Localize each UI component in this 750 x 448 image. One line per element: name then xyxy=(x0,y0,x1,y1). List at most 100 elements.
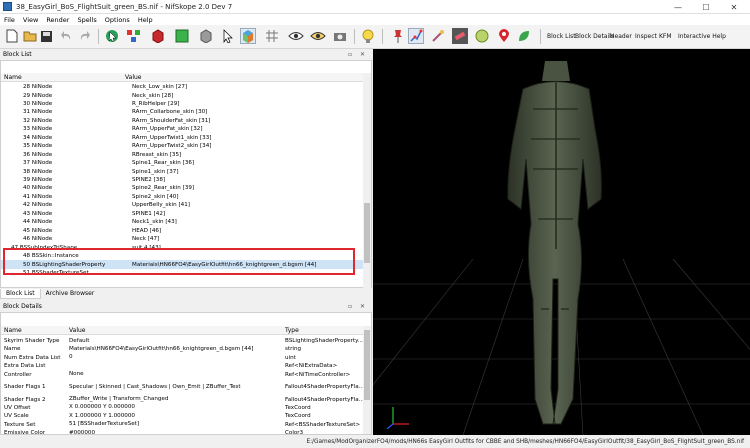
panel-float-close-icon[interactable]: ▫ ✕ xyxy=(348,51,368,58)
row-name: 30 NiNode xyxy=(23,100,53,107)
leaf-icon[interactable] xyxy=(516,28,532,44)
block-list-row[interactable]: 34 NiNode RArm_UpperTwist1_skin [33] xyxy=(1,134,363,142)
details-row[interactable]: Emissive Color #000000 Color3 xyxy=(1,429,363,435)
tab-block-list[interactable]: Block List xyxy=(0,289,41,299)
details-scrollbar-thumb[interactable] xyxy=(364,330,370,400)
new-file-icon[interactable] xyxy=(4,28,20,44)
details-row[interactable]: UV Scale X 1.000000 Y 1.000000 TexCoord xyxy=(1,412,363,420)
detail-value[interactable]: ZBuffer_Write | Transform_Changed xyxy=(69,396,279,403)
color-cube-icon[interactable] xyxy=(240,28,256,44)
menu-help[interactable]: Help xyxy=(134,16,157,24)
kfm-button[interactable]: KFM xyxy=(659,33,672,40)
detail-value[interactable]: 51 [BSShaderTextureSet] xyxy=(69,421,279,428)
save-icon[interactable] xyxy=(38,28,54,44)
tint-icon[interactable] xyxy=(474,28,490,44)
block-list-row[interactable]: 28 NiNode Neck_Low_skin [27] xyxy=(1,83,363,91)
block-list-row[interactable]: 30 NiNode R_RibHelper [29] xyxy=(1,100,363,108)
block-list-row[interactable]: 29 NiNode Neck_skin [28] xyxy=(1,91,363,99)
details-column-name[interactable]: Name xyxy=(4,327,22,334)
pin-icon[interactable] xyxy=(390,28,406,44)
select-mode-icon[interactable] xyxy=(104,28,120,44)
details-column-value[interactable]: Value xyxy=(69,327,85,334)
row-value: RBreast_skin [35] xyxy=(132,151,182,158)
details-row[interactable]: Texture Set 51 [BSShaderTextureSet] Ref<BS… xyxy=(1,421,363,429)
highlight-box xyxy=(3,248,355,275)
detail-value[interactable]: X 0.000000 Y 0.000000 xyxy=(69,404,279,411)
gray-cube-icon[interactable] xyxy=(198,28,214,44)
details-row[interactable]: Extra Data List Ref<NiExtraData> xyxy=(1,362,363,370)
open-folder-icon[interactable] xyxy=(22,28,38,44)
block-list-row[interactable]: 36 NiNode RBreast_skin [35] xyxy=(1,151,363,159)
details-row[interactable]: Name Materials\HN66FO4\EasyGirlOutfit\hn6… xyxy=(1,345,363,353)
red-cube-icon[interactable] xyxy=(150,28,166,44)
eye-yellow-icon[interactable] xyxy=(310,28,326,44)
grid-icon[interactable] xyxy=(264,28,280,44)
block-list-row[interactable]: 44 NiNode Neck1_skin [43] xyxy=(1,218,363,226)
close-button[interactable]: ✕ xyxy=(720,0,748,14)
details-row[interactable]: Controller None Ref<NiTimeController> xyxy=(1,371,363,379)
details-row[interactable]: Skyrim Shader Type Default BSLightingShade… xyxy=(1,337,363,345)
paint-icon[interactable] xyxy=(452,28,468,44)
block-list-row[interactable]: 46 NiNode Neck [47] xyxy=(1,235,363,243)
detail-value[interactable]: #000000 xyxy=(69,430,279,434)
menu-file[interactable]: File xyxy=(0,16,19,24)
block-list-button[interactable]: Block List xyxy=(547,33,576,40)
details-scrollbar[interactable] xyxy=(363,326,371,434)
block-list-row[interactable]: 35 NiNode RArm_UpperTwist2_skin [34] xyxy=(1,142,363,150)
render-viewport[interactable] xyxy=(373,49,750,435)
details-column-type[interactable]: Type xyxy=(285,327,299,334)
light-bulb-icon[interactable] xyxy=(360,28,376,44)
minimize-button[interactable]: — xyxy=(664,0,692,14)
detail-value[interactable]: X 1.000000 Y 1.000000 xyxy=(69,413,279,420)
menu-options[interactable]: Options xyxy=(101,16,134,24)
column-value[interactable]: Value xyxy=(125,74,141,81)
menu-render[interactable]: Render xyxy=(42,16,73,24)
menu-spells[interactable]: Spells xyxy=(73,16,100,24)
select-arrow-icon[interactable] xyxy=(220,28,236,44)
block-list-row[interactable]: 40 NiNode Spine2_Rear_skin [39] xyxy=(1,184,363,192)
status-bar: E:/Games/ModOrganizerFO4/mods/HN66s Easy… xyxy=(0,436,750,448)
block-list-scrollbar[interactable] xyxy=(363,73,371,288)
details-row[interactable]: Shader Flags 1 Specular | Skinned | Cast_… xyxy=(1,379,364,395)
nodes-icon[interactable] xyxy=(126,28,142,44)
location-pin-icon[interactable] xyxy=(496,28,512,44)
block-list-row[interactable]: 38 NiNode Spine1_skin [37] xyxy=(1,168,363,176)
green-cube-icon[interactable] xyxy=(174,28,190,44)
detail-value[interactable]: Specular | Skinned | Cast_Shadows | Own_… xyxy=(69,384,279,391)
maximize-button[interactable]: ☐ xyxy=(692,0,720,14)
details-float-close-icon[interactable]: ▫ ✕ xyxy=(348,303,368,310)
block-list-row[interactable]: 37 NiNode Spine1_Rear_skin [36] xyxy=(1,159,363,167)
undo-icon[interactable] xyxy=(58,28,74,44)
block-list-row[interactable]: 33 NiNode RArm_UpperFat_skin [32] xyxy=(1,125,363,133)
detail-value[interactable]: 0 xyxy=(69,354,279,361)
details-row[interactable]: Num Extra Data List 0 uint xyxy=(1,354,363,362)
detail-value[interactable]: None xyxy=(69,371,279,378)
skeleton-icon[interactable] xyxy=(408,28,424,44)
block-list-row[interactable]: 31 NiNode RArm_Collarbone_skin [30] xyxy=(1,108,363,116)
block-list-row[interactable]: 39 NiNode SPINE2 [38] xyxy=(1,176,363,184)
interactive-help-button[interactable]: Interactive Help xyxy=(678,33,726,40)
row-value: RArm_UpperTwist1_skin [33] xyxy=(132,134,212,141)
wand-icon[interactable] xyxy=(430,28,446,44)
camera-icon[interactable] xyxy=(332,28,348,44)
details-row[interactable]: Shader Flags 2 ZBuffer_Write | Transform_… xyxy=(1,396,364,404)
row-name: 38 NiNode xyxy=(23,168,53,175)
redo-icon[interactable] xyxy=(76,28,92,44)
block-list-row[interactable]: 41 NiNode Spine2_skin [40] xyxy=(1,193,363,201)
detail-value[interactable]: Default xyxy=(69,338,279,345)
block-list-row[interactable]: 45 NiNode HEAD [46] xyxy=(1,227,363,235)
inspect-button[interactable]: Inspect xyxy=(635,33,657,40)
block-list-row[interactable]: 32 NiNode RArm_ShoulderFat_skin [31] xyxy=(1,117,363,125)
block-list-row[interactable]: 42 NiNode UpperBelly_skin [41] xyxy=(1,201,363,209)
details-row[interactable]: UV Offset X 0.000000 Y 0.000000 TexCoord xyxy=(1,404,363,412)
detail-value[interactable]: Materials\HN66FO4\EasyGirlOutfit\hn66_kn… xyxy=(69,346,279,353)
menu-view[interactable]: View xyxy=(19,16,42,24)
scrollbar-thumb[interactable] xyxy=(364,203,370,263)
eye-icon[interactable] xyxy=(288,28,304,44)
block-list-row[interactable]: 43 NiNode SPINE1 [42] xyxy=(1,210,363,218)
header-button[interactable]: Header xyxy=(610,33,632,40)
block-details-button[interactable]: Block Details xyxy=(575,33,614,40)
detail-name: Emissive Color xyxy=(4,430,46,435)
tab-archive-browser[interactable]: Archive Browser xyxy=(41,289,100,299)
column-name[interactable]: Name xyxy=(4,74,22,81)
